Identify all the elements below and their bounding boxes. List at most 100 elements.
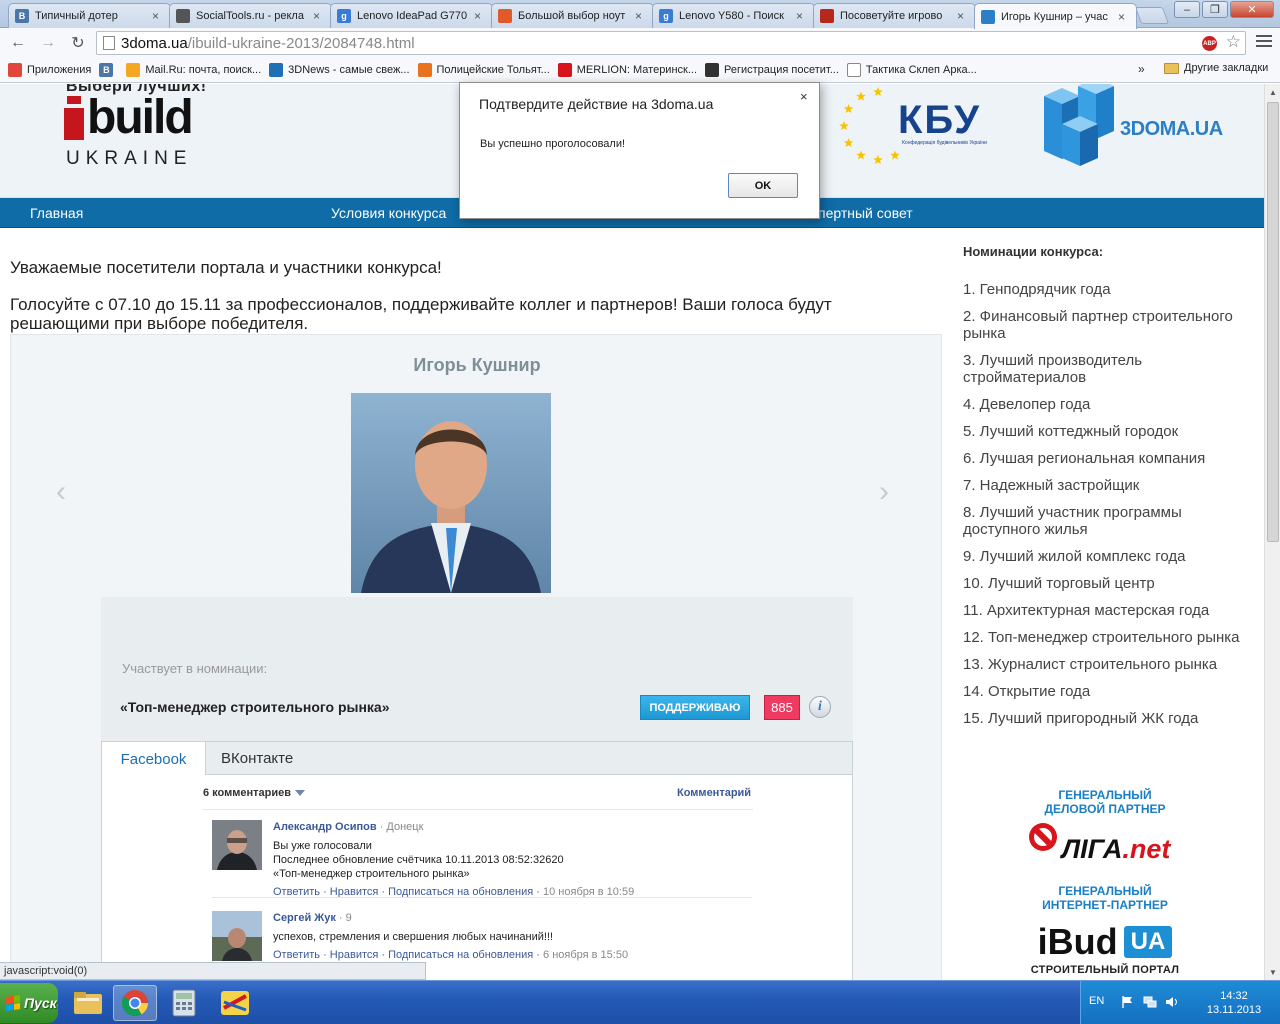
bookmarks-overflow-button[interactable]: »: [1138, 62, 1145, 76]
tab-close-icon[interactable]: ×: [152, 9, 164, 23]
comment-link[interactable]: Комментарий: [677, 787, 751, 799]
comment-author[interactable]: Сергей Жук: [273, 912, 336, 924]
browser-tab[interactable]: g Lenovo IdeaPad G770 ×: [330, 3, 493, 28]
nomination-item[interactable]: 8. Лучший участник программы доступного …: [963, 504, 1253, 538]
tab-close-icon[interactable]: ×: [313, 9, 325, 23]
browser-tab[interactable]: g Lenovo Y580 - Поиск ×: [652, 3, 815, 28]
url-host: 3doma.ua: [121, 34, 188, 52]
browser-tab[interactable]: Большой выбор ноут ×: [491, 3, 654, 28]
next-candidate-chevron-icon[interactable]: ›: [879, 475, 889, 509]
ibud-logo-ua: UA: [1123, 926, 1173, 958]
taskbar-chrome[interactable]: [113, 985, 157, 1021]
avatar[interactable]: [212, 911, 262, 961]
nomination-item[interactable]: 2. Финансовый партнер строительного рынк…: [963, 308, 1253, 342]
social-tabs: Facebook ВКонтакте: [101, 741, 853, 776]
language-indicator[interactable]: EN: [1089, 995, 1104, 1007]
comment-author[interactable]: Александр Осипов: [273, 821, 377, 833]
bookmark-item[interactable]: MERLION: Материнск...: [557, 63, 697, 77]
nomination-item[interactable]: 9. Лучший жилой комплекс года: [963, 548, 1253, 565]
tab-close-icon[interactable]: ×: [1118, 10, 1130, 24]
tab-close-icon[interactable]: ×: [474, 9, 486, 23]
tab-close-icon[interactable]: ×: [957, 9, 969, 23]
ibuild-logo-text: build: [87, 91, 194, 144]
new-tab-button[interactable]: [1134, 7, 1170, 24]
folder-icon: [1164, 62, 1179, 74]
browser-tab[interactable]: Посоветуйте игрово ×: [813, 3, 976, 28]
candidate-photo: [351, 393, 551, 593]
scrollbar-thumb[interactable]: [1267, 102, 1279, 542]
bookmark-item[interactable]: Mail.Ru: почта, поиск...: [126, 63, 261, 77]
reload-button[interactable]: ↻: [66, 31, 90, 55]
nomination-item[interactable]: 5. Лучший коттеджный городок: [963, 423, 1253, 440]
nomination-item[interactable]: 14. Открытие года: [963, 683, 1253, 700]
volume-icon[interactable]: [1165, 995, 1179, 1009]
info-icon[interactable]: i: [809, 696, 831, 718]
scroll-up-icon[interactable]: ▲: [1265, 84, 1280, 100]
bookmark-item[interactable]: Регистрация посетит...: [705, 63, 839, 77]
nomination-item[interactable]: 4. Девелопер года: [963, 396, 1253, 413]
comment-actions[interactable]: Ответить · Нравится · Подписаться на обн…: [273, 948, 753, 962]
browser-tab[interactable]: Игорь Кушнир – учас ×: [974, 3, 1137, 29]
nav-item-expert-council[interactable]: пертный совет: [818, 205, 913, 221]
taskbar-app-v7[interactable]: [213, 985, 257, 1021]
maximize-button[interactable]: ❐: [1202, 1, 1228, 18]
chrome-menu-icon[interactable]: [1256, 33, 1272, 49]
support-vote-button[interactable]: ПОДДЕРЖИВАЮ: [640, 695, 750, 720]
avatar[interactable]: [212, 820, 262, 870]
nomination-item[interactable]: 12. Топ-менеджер строительного рынка: [963, 629, 1253, 646]
tab-vkontakte[interactable]: ВКонтакте: [207, 742, 307, 775]
comments-count-dropdown[interactable]: 6 комментариев: [203, 787, 306, 799]
nav-item-rules[interactable]: Условия конкурса: [331, 205, 446, 221]
dialog-close-icon[interactable]: ×: [800, 89, 808, 104]
partner-ibud[interactable]: ГЕНЕРАЛЬНЫЙ ИНТЕРНЕТ-ПАРТНЕР iBud UA СТР…: [1030, 884, 1180, 976]
ibuild-logo[interactable]: build: [64, 91, 194, 144]
tab-facebook[interactable]: Facebook: [102, 742, 206, 776]
nomination-item[interactable]: 15. Лучший пригородный ЖК года: [963, 710, 1253, 727]
start-button[interactable]: Пуск: [0, 983, 58, 1023]
nomination-item[interactable]: 11. Архитектурная мастерская года: [963, 602, 1253, 619]
partner-label: ГЕНЕРАЛЬНЫЙ ДЕЛОВОЙ ПАРТНЕР: [1044, 788, 1166, 816]
tab-close-icon[interactable]: ×: [635, 9, 647, 23]
bookmark-item[interactable]: Полицейские Тольят...: [417, 63, 550, 77]
other-bookmarks-folder[interactable]: Другие закладки: [1164, 62, 1268, 74]
back-button[interactable]: ←: [6, 31, 30, 55]
bookmark-item[interactable]: Тактика Склеп Арка...: [846, 63, 977, 77]
bookmark-item[interactable]: В: [99, 63, 118, 77]
nomination-item[interactable]: 7. Надежный застройщик: [963, 477, 1253, 494]
dialog-ok-button[interactable]: OK: [728, 173, 798, 198]
adblock-icon[interactable]: ABP: [1202, 36, 1217, 51]
forward-button[interactable]: →: [36, 31, 60, 55]
bookmark-item[interactable]: 3DNews - самые свеж...: [269, 63, 410, 77]
ibud-logo[interactable]: iBud UA: [1030, 924, 1180, 960]
taskbar-explorer[interactable]: [66, 985, 110, 1021]
bookmark-item[interactable]: Приложения: [8, 63, 91, 77]
minimize-button[interactable]: –: [1174, 1, 1200, 18]
taskbar-calculator[interactable]: [162, 985, 206, 1021]
partner-liga[interactable]: ГЕНЕРАЛЬНЫЙ ДЕЛОВОЙ ПАРТНЕР ЛІГА.net: [1029, 788, 1180, 874]
browser-tab-label: Игорь Кушнир – учас: [1001, 10, 1108, 23]
close-window-button[interactable]: ✕: [1230, 1, 1274, 18]
nomination-item[interactable]: 13. Журналист строительного рынка: [963, 656, 1253, 673]
page-scrollbar[interactable]: ▲ ▼: [1264, 84, 1280, 980]
bookmark-star-icon[interactable]: ☆: [1226, 32, 1241, 52]
chrome-icon: [121, 990, 149, 1017]
nomination-item[interactable]: 1. Генподрядчик года: [963, 281, 1253, 298]
browser-tab[interactable]: SocialTools.ru - рекла ×: [169, 3, 332, 28]
clock[interactable]: 14:32 13.11.2013: [1194, 989, 1274, 1017]
prev-candidate-chevron-icon[interactable]: ‹: [56, 475, 66, 509]
nomination-item[interactable]: 10. Лучший торговый центр: [963, 575, 1253, 592]
tab-close-icon[interactable]: ×: [796, 9, 808, 23]
address-bar[interactable]: 3doma.ua/ibuild-ukraine-2013/2084748.htm…: [96, 31, 1246, 55]
scroll-down-icon[interactable]: ▼: [1265, 964, 1280, 980]
action-center-flag-icon[interactable]: [1121, 995, 1135, 1009]
back-arrow-icon: ←: [10, 34, 26, 51]
comment-time[interactable]: 6 ноября в 15:50: [543, 949, 628, 961]
nomination-item[interactable]: 3. Лучший производитель стройматериалов: [963, 352, 1253, 386]
facebook-comments: 6 комментариев Комментарий Александр Оси…: [101, 775, 853, 980]
network-icon[interactable]: [1143, 995, 1157, 1009]
browser-tab[interactable]: В Типичный дотер ×: [8, 3, 171, 28]
nav-item-home[interactable]: Главная: [30, 205, 83, 221]
nomination-item[interactable]: 6. Лучшая региональная компания: [963, 450, 1253, 467]
liga-net-logo[interactable]: ЛІГА.net: [1029, 823, 1180, 874]
nomination-info: Участвует в номинации: «Топ-менеджер стр…: [101, 597, 853, 742]
